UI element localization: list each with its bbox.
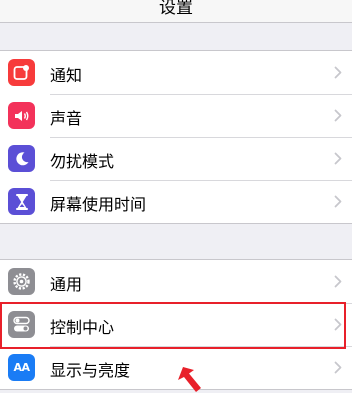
- settings-row-label: 声音: [50, 109, 83, 128]
- chevron-right-icon: [334, 275, 342, 288]
- settings-row-label: 勿扰模式: [50, 152, 115, 171]
- chevron-right-icon: [334, 152, 342, 165]
- settings-row-screen-time[interactable]: 屏幕使用时间: [0, 180, 352, 223]
- settings-row-general[interactable]: 通用: [0, 260, 352, 303]
- hourglass-icon: [8, 188, 35, 215]
- settings-row-label: 屏幕使用时间: [50, 195, 147, 214]
- highlight-box: [0, 302, 346, 349]
- settings-row-label: 显示与亮度: [50, 361, 131, 380]
- page-title: 设置: [159, 0, 193, 18]
- settings-row-do-not-disturb[interactable]: 勿扰模式: [0, 137, 352, 180]
- settings-row-sounds[interactable]: 声音: [0, 94, 352, 137]
- settings-row-notifications[interactable]: 通知: [0, 51, 352, 94]
- chevron-right-icon: [334, 195, 342, 208]
- gear-icon: [8, 268, 35, 295]
- navigation-bar: 设置: [0, 0, 352, 23]
- text-size-icon-glyph: AA: [13, 361, 30, 374]
- notifications-icon: [8, 59, 35, 86]
- chevron-right-icon: [334, 66, 342, 79]
- settings-row-label: 通知: [50, 66, 83, 85]
- settings-group-1: 通知 声音 勿扰模式 屏幕使用时间: [0, 50, 352, 224]
- red-arrow-icon: [178, 367, 201, 392]
- chevron-right-icon: [334, 109, 342, 122]
- moon-icon: [8, 145, 35, 172]
- settings-row-label: 通用: [50, 275, 83, 294]
- text-size-icon: AA: [8, 354, 35, 381]
- sounds-icon: [8, 102, 35, 129]
- chevron-right-icon: [334, 361, 342, 374]
